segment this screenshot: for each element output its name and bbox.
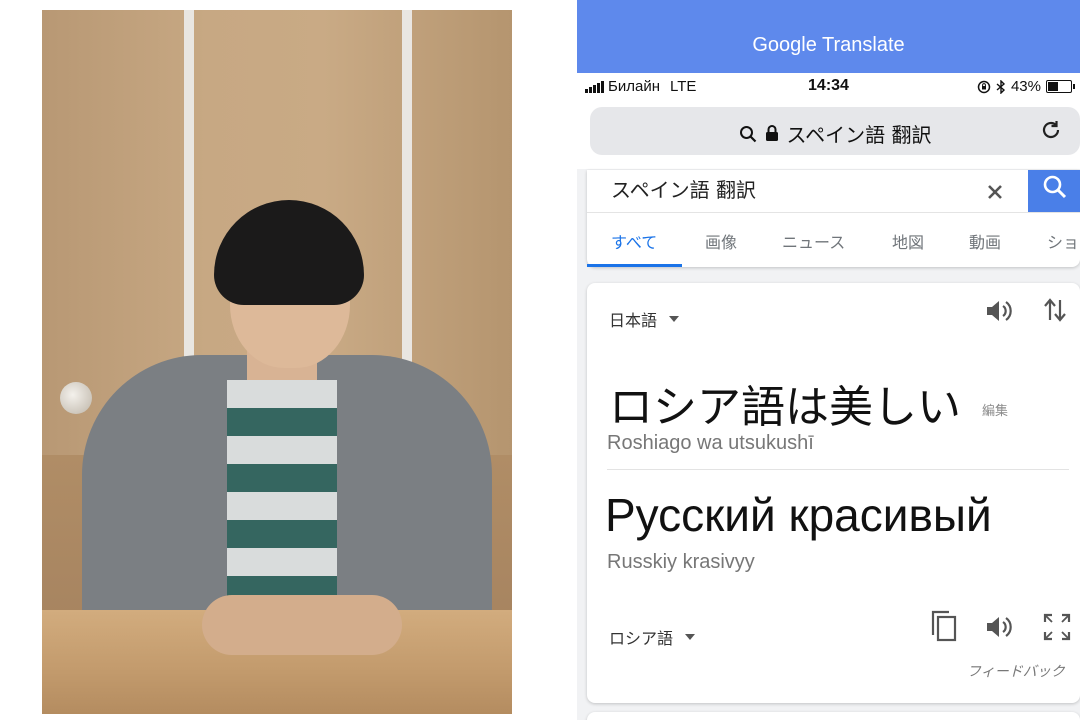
tab-maps[interactable]: 地図 bbox=[892, 229, 924, 253]
target-transliteration: Russkiy krasivyy bbox=[607, 551, 755, 573]
target-text: Русский красивый bbox=[605, 489, 992, 541]
fullscreen-button[interactable] bbox=[1042, 612, 1072, 646]
browser-toolbar: スペイン語 翻訳 bbox=[577, 101, 1080, 169]
source-text: ロシア語は美しい bbox=[609, 382, 961, 433]
status-right-group: 43% bbox=[977, 78, 1075, 95]
source-language-selector[interactable]: 日本語 bbox=[609, 307, 680, 331]
battery-percent: 43% bbox=[1010, 78, 1041, 95]
speaker-icon bbox=[987, 617, 1012, 637]
status-bar: Билайн LTE 14:34 43% bbox=[577, 73, 1080, 101]
person-hair bbox=[214, 200, 364, 305]
next-result-card bbox=[587, 712, 1080, 720]
reload-icon bbox=[1042, 121, 1060, 139]
google-translate-header: Google Translate bbox=[577, 0, 1080, 73]
source-transliteration: Roshiago wa utsukushī bbox=[607, 432, 814, 454]
tab-shopping[interactable]: ショ bbox=[1047, 229, 1079, 253]
search-input[interactable]: スペイン語 翻訳 bbox=[611, 174, 756, 203]
url-text: スペイン語 翻訳 bbox=[786, 123, 932, 147]
feedback-link[interactable]: フィードバック bbox=[967, 661, 1065, 681]
tab-news[interactable]: ニュース bbox=[782, 229, 845, 253]
active-tab-indicator bbox=[587, 264, 682, 267]
source-language-label: 日本語 bbox=[609, 311, 658, 330]
battery-fill bbox=[1048, 82, 1059, 91]
search-row: スペイン語 翻訳 bbox=[587, 170, 1080, 213]
copy-icon bbox=[931, 610, 957, 642]
address-bar-content: スペイン語 翻訳 bbox=[590, 119, 1080, 148]
edit-link[interactable]: 編集 bbox=[982, 400, 1008, 419]
translation-card: 日本語 ロシア語は美しい 編集 Roshiago wa utsukushī Ру… bbox=[587, 283, 1080, 703]
search-icon bbox=[1043, 175, 1067, 199]
clear-button[interactable] bbox=[985, 172, 1005, 208]
search-button[interactable] bbox=[1028, 170, 1080, 212]
phone-screenshot: Google Translate Билайн LTE 14:34 43% スペ… bbox=[577, 0, 1080, 720]
divider bbox=[607, 469, 1069, 470]
address-bar[interactable]: スペイン語 翻訳 bbox=[590, 107, 1080, 155]
target-listen-button[interactable] bbox=[985, 614, 1015, 644]
target-language-selector[interactable]: ロシア語 bbox=[609, 625, 696, 649]
tab-all[interactable]: すべて bbox=[611, 229, 657, 253]
close-icon bbox=[988, 185, 1002, 199]
search-card: スペイン語 翻訳 すべて 画像 ニュース 地図 動画 ショ bbox=[587, 170, 1080, 267]
search-tabs: すべて 画像 ニュース 地図 動画 ショ bbox=[587, 212, 1080, 267]
portrait-photo bbox=[42, 10, 512, 714]
chevron-down-icon bbox=[669, 316, 680, 322]
header-title: Google Translate bbox=[752, 34, 905, 56]
target-language-label: ロシア語 bbox=[609, 629, 674, 648]
rotation-lock-icon bbox=[977, 80, 991, 93]
reload-button[interactable] bbox=[1040, 119, 1062, 147]
door-knob bbox=[60, 382, 92, 414]
search-icon bbox=[739, 125, 756, 142]
lock-icon bbox=[765, 125, 778, 141]
chevron-down-icon bbox=[685, 634, 696, 640]
speaker-icon bbox=[987, 301, 1012, 321]
source-listen-button[interactable] bbox=[985, 298, 1015, 328]
person-hands bbox=[202, 595, 402, 655]
person-striped-shirt bbox=[227, 380, 337, 610]
tab-images[interactable]: 画像 bbox=[705, 229, 737, 253]
bluetooth-icon bbox=[996, 79, 1005, 94]
tab-videos[interactable]: 動画 bbox=[969, 229, 1001, 253]
swap-languages-button[interactable] bbox=[1043, 296, 1067, 328]
fullscreen-icon bbox=[1043, 613, 1071, 641]
battery-icon bbox=[1046, 80, 1075, 93]
copy-button[interactable] bbox=[929, 609, 959, 647]
swap-icon bbox=[1044, 298, 1066, 322]
